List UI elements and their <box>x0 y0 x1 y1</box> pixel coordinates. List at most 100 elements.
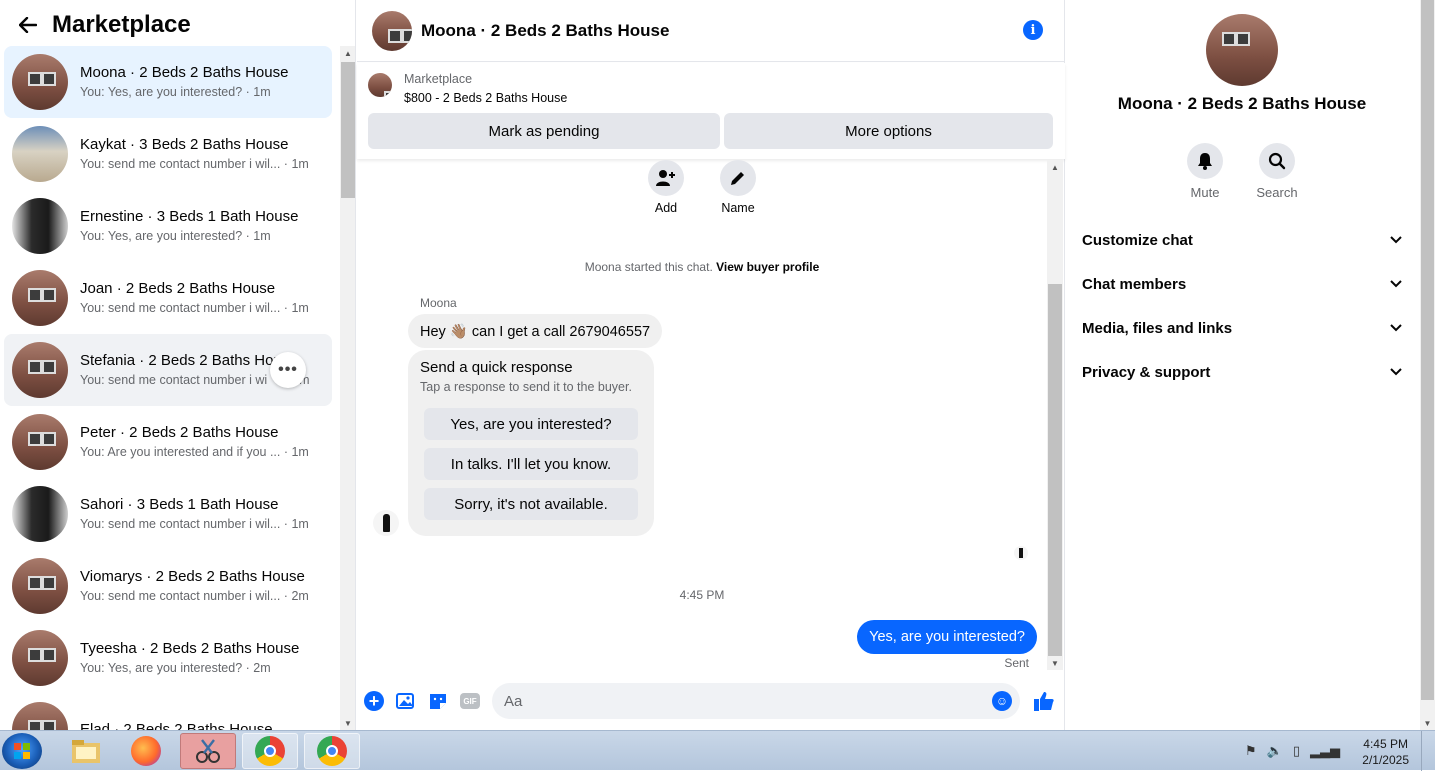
conversation-item[interactable]: Elad · 2 Beds 2 Baths House <box>4 694 332 730</box>
chat-members-section[interactable]: Chat members <box>1082 262 1404 306</box>
scrollbar-thumb[interactable] <box>1421 0 1434 700</box>
file-explorer-icon[interactable] <box>58 733 114 769</box>
mute-action[interactable]: Mute <box>1175 143 1235 200</box>
conversation-item[interactable]: Joan · 2 Beds 2 Baths House You: send me … <box>4 262 332 334</box>
show-desktop-button[interactable] <box>1421 731 1435 771</box>
conversation-item[interactable]: Sahori · 3 Beds 1 Bath House You: send me… <box>4 478 332 550</box>
chat-header: Moona · 2 Beds 2 Baths House i <box>357 0 1065 62</box>
add-action[interactable]: Add <box>636 160 696 215</box>
gif-icon[interactable]: GIF <box>460 693 480 709</box>
listing-thumbnail <box>12 558 68 614</box>
scroll-up-icon[interactable]: ▲ <box>340 46 355 60</box>
action-center-flag-icon[interactable]: ⚑ <box>1245 743 1257 759</box>
chrome-icon[interactable] <box>242 733 298 769</box>
scrollbar-thumb[interactable] <box>341 62 355 198</box>
search-action[interactable]: Search <box>1247 143 1307 200</box>
pencil-icon[interactable] <box>720 160 756 196</box>
start-button-icon[interactable] <box>2 733 42 769</box>
listing-thumbnail[interactable] <box>368 73 392 97</box>
scroll-down-icon[interactable]: ▼ <box>1420 716 1435 730</box>
listing-thumbnail <box>12 198 68 254</box>
conversation-item[interactable]: Kaykat · 3 Beds 2 Baths House You: send m… <box>4 118 332 190</box>
more-options-button[interactable]: More options <box>724 113 1053 149</box>
conversation-name: Tyeesha · 2 Beds 2 Baths House <box>80 640 300 657</box>
chrome-profile-icon[interactable] <box>304 733 360 769</box>
taskbar-clock[interactable]: 4:45 PM 2/1/2025 <box>1362 736 1409 768</box>
section-label: Customize chat <box>1082 231 1193 249</box>
scroll-up-icon[interactable]: ▲ <box>1047 160 1063 174</box>
scrollbar-thumb[interactable] <box>1048 284 1062 656</box>
name-action[interactable]: Name <box>708 160 768 215</box>
conversation-item[interactable]: Stefania · 2 Beds 2 Baths Hou You: send m… <box>4 334 332 406</box>
chat-avatar[interactable] <box>372 10 412 51</box>
bell-icon[interactable] <box>1187 143 1223 179</box>
sender-name: Moona <box>420 296 457 310</box>
add-person-icon[interactable] <box>648 160 684 196</box>
conversation-item[interactable]: Tyeesha · 2 Beds 2 Baths House You: Yes, … <box>4 622 332 694</box>
chevron-down-icon <box>1388 276 1404 292</box>
info-icon[interactable]: i <box>1023 20 1043 40</box>
mark-as-pending-button[interactable]: Mark as pending <box>368 113 720 149</box>
thumbs-up-icon[interactable] <box>1032 689 1056 713</box>
listing-category: Marketplace <box>404 72 473 86</box>
chat-started-notice: Moona started this chat. View buyer prof… <box>357 260 1047 274</box>
sender-avatar[interactable] <box>373 510 399 536</box>
clock-time: 4:45 PM <box>1363 737 1408 751</box>
message-input[interactable] <box>492 683 1020 719</box>
battery-icon[interactable]: ▯ <box>1293 743 1300 759</box>
conversation-name: Joan · 2 Beds 2 Baths House <box>80 280 276 297</box>
plus-icon[interactable]: + <box>364 691 384 711</box>
media-files-links-section[interactable]: Media, files and links <box>1082 306 1404 350</box>
listing-thumbnail <box>12 702 68 730</box>
chat-title[interactable]: Moona · 2 Beds 2 Baths House <box>421 21 669 41</box>
search-label: Search <box>1256 185 1298 200</box>
network-signal-icon[interactable]: ▂▃▅ <box>1310 743 1340 759</box>
photo-icon[interactable] <box>396 691 416 711</box>
quick-response-button[interactable]: Yes, are you interested? <box>424 408 638 440</box>
conversation-item[interactable]: Viomarys · 2 Beds 2 Baths House You: send… <box>4 550 332 622</box>
message-composer: + GIF ☺ <box>357 672 1065 730</box>
conversation-preview: You: Yes, are you interested? · 1m <box>80 229 271 243</box>
conversation-item[interactable]: Peter · 2 Beds 2 Baths House You: Are you… <box>4 406 332 478</box>
incoming-message[interactable]: Hey 👋🏽 can I get a call 2679046557 <box>408 314 663 348</box>
scroll-down-icon[interactable]: ▼ <box>1047 656 1063 670</box>
section-label: Chat members <box>1082 275 1187 293</box>
quick-response-button[interactable]: Sorry, it's not available. <box>424 488 638 520</box>
chat-info-panel: Moona · 2 Beds 2 Baths House Mute Search… <box>1066 0 1420 730</box>
message-status: Sent <box>1004 656 1029 670</box>
conversation-name: Peter · 2 Beds 2 Baths House <box>80 424 279 441</box>
conversation-name: Kaykat · 3 Beds 2 Baths House <box>80 136 289 153</box>
listing-thumbnail <box>12 630 68 686</box>
privacy-support-section[interactable]: Privacy & support <box>1082 350 1404 394</box>
chat-avatar-large <box>1206 14 1278 86</box>
conversation-item[interactable]: Ernestine · 3 Beds 1 Bath House You: Yes,… <box>4 190 332 262</box>
conversation-list-scrollbar[interactable]: ▲ ▼ <box>340 46 355 730</box>
back-arrow-icon[interactable] <box>16 13 40 37</box>
snipping-tool-icon[interactable] <box>180 733 236 769</box>
tray-icons: ⚑ 🔈 ▯ ▂▃▅ <box>1245 743 1340 759</box>
sticker-icon[interactable] <box>428 691 448 711</box>
listing-thumbnail <box>12 54 68 110</box>
name-label: Name <box>721 201 755 215</box>
conversation-item[interactable]: Moona · 2 Beds 2 Baths House You: Yes, ar… <box>4 46 332 118</box>
outgoing-message[interactable]: Yes, are you interested? <box>857 620 1037 654</box>
scroll-down-icon[interactable]: ▼ <box>340 716 355 730</box>
quick-response-button[interactable]: In talks. I'll let you know. <box>424 448 638 480</box>
firefox-icon[interactable] <box>118 733 174 769</box>
emoji-icon[interactable]: ☺ <box>992 691 1012 711</box>
listing-price[interactable]: $800 - 2 Beds 2 Baths House <box>404 91 567 105</box>
chat-scrollbar[interactable]: ▲ ▼ <box>1047 160 1063 670</box>
listing-banner: Marketplace $800 - 2 Beds 2 Baths House … <box>357 63 1065 159</box>
window-scrollbar[interactable]: ▼ <box>1420 0 1435 730</box>
listing-thumbnail <box>12 414 68 470</box>
quick-response-title: Send a quick response <box>420 359 573 376</box>
chevron-down-icon <box>1388 364 1404 380</box>
started-text: Moona started this chat. <box>584 260 713 274</box>
search-icon[interactable] <box>1259 143 1295 179</box>
view-buyer-profile-link[interactable]: View buyer profile <box>716 260 819 274</box>
more-options-icon[interactable]: ••• <box>270 352 306 388</box>
customize-chat-section[interactable]: Customize chat <box>1082 218 1404 262</box>
volume-icon[interactable]: 🔈 <box>1267 743 1283 759</box>
page-title: Marketplace <box>52 11 191 38</box>
conversation-preview: You: Yes, are you interested? · 1m <box>80 85 271 99</box>
